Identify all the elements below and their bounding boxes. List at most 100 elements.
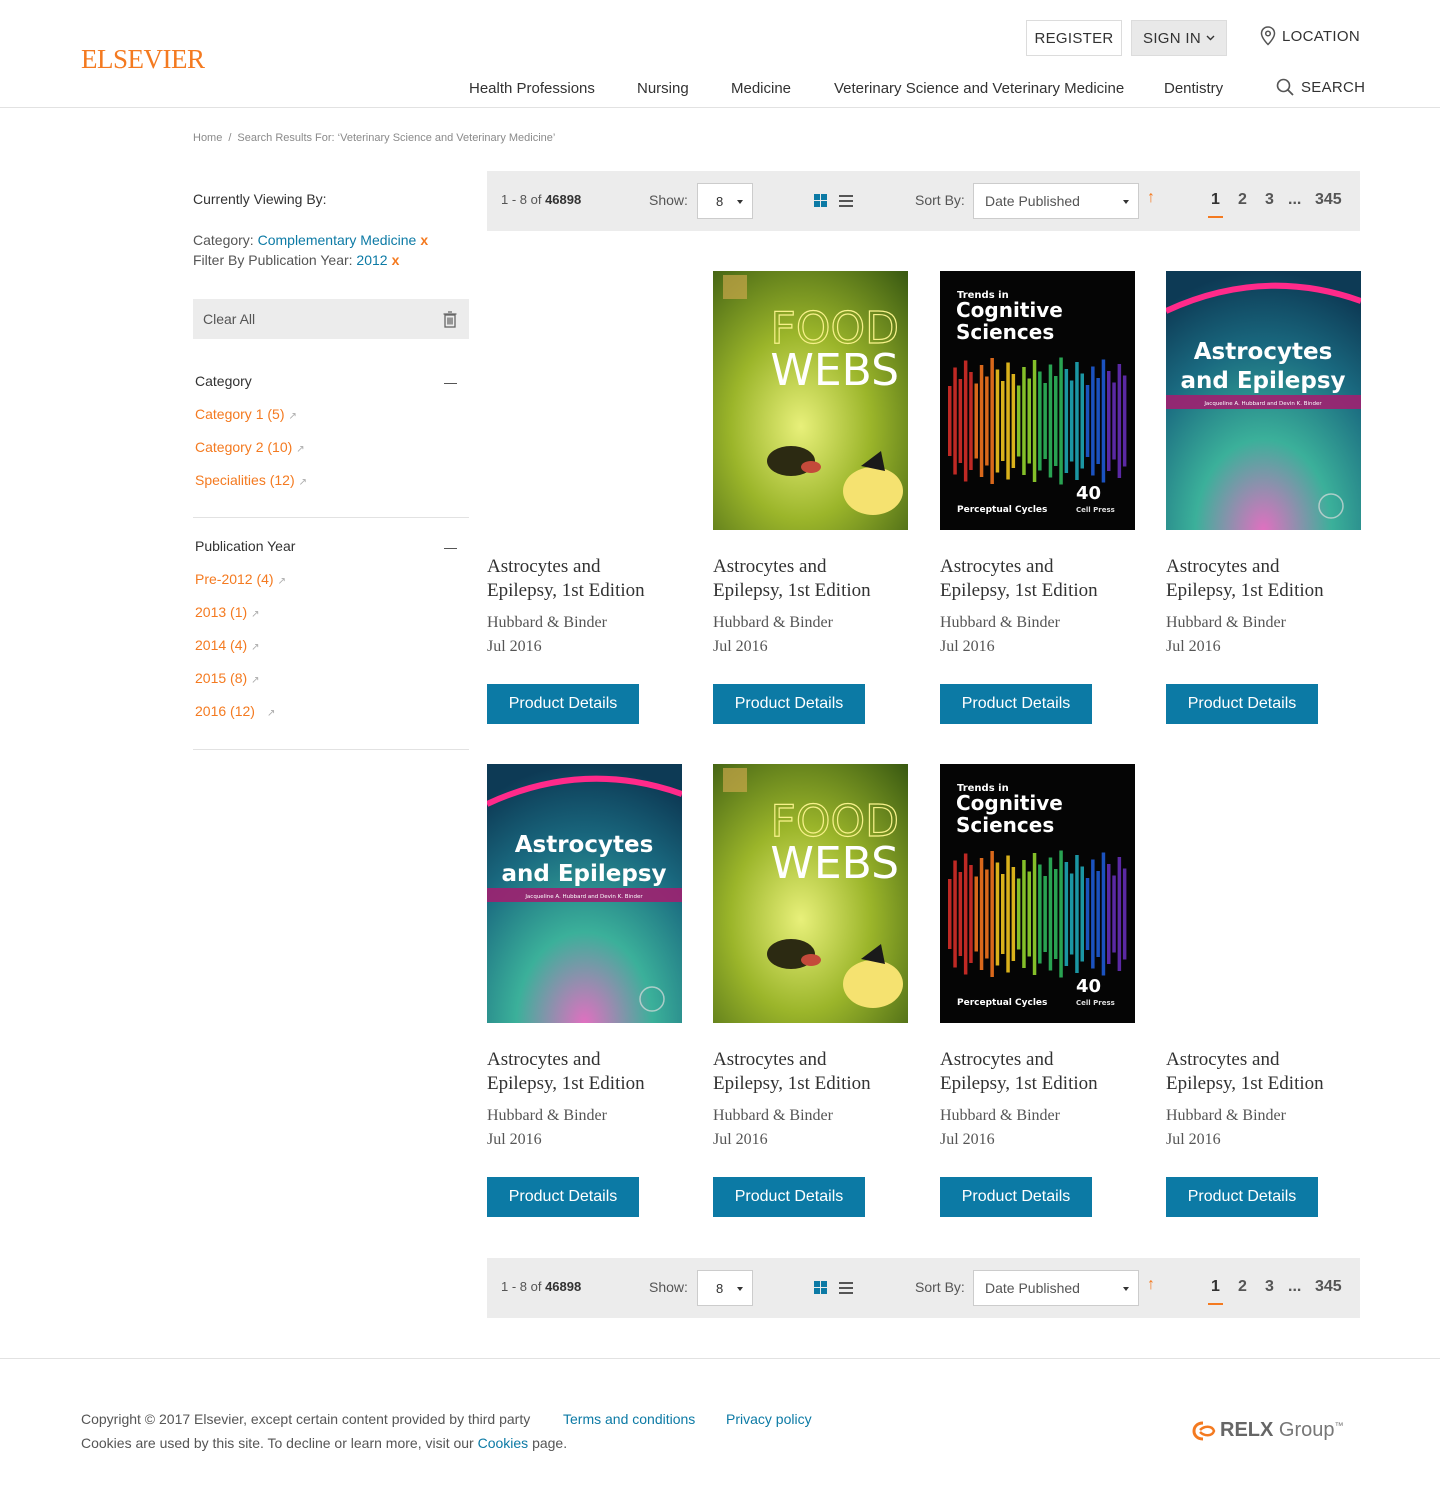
product-details-button[interactable]: Product Details xyxy=(487,1177,639,1217)
product-title[interactable]: Astrocytes and Epilepsy, 1st Edition xyxy=(487,1048,697,1096)
collapse-icon[interactable] xyxy=(444,548,457,549)
product-title-line: Epilepsy, 1st Edition xyxy=(1166,580,1324,601)
search-toggle[interactable]: SEARCH xyxy=(1276,78,1365,96)
facet-category-1[interactable]: Category 1 (5) ↗ xyxy=(195,406,297,422)
register-button[interactable]: REGISTER xyxy=(1026,20,1122,56)
nav-medicine[interactable]: Medicine xyxy=(731,80,791,97)
page-1[interactable]: 1 xyxy=(1208,1278,1223,1305)
sort-select[interactable]: Date Published xyxy=(973,183,1139,219)
category-facet-heading[interactable]: Category xyxy=(195,373,457,389)
facet-year-2014[interactable]: 2014 (4) ↗ xyxy=(195,637,260,653)
facet-year-pre-2012[interactable]: Pre-2012 (4) ↗ xyxy=(195,571,286,587)
filter-value[interactable]: 2012 xyxy=(356,252,387,268)
publication-year-facet-title: Publication Year xyxy=(195,538,296,554)
book-cover-image[interactable]: FOOD WEBS xyxy=(713,764,908,1023)
product-title-line: Astrocytes and xyxy=(713,1049,827,1070)
collapse-icon[interactable] xyxy=(444,383,457,384)
page-2[interactable]: 2 xyxy=(1238,1278,1247,1296)
grid-view-icon[interactable] xyxy=(814,194,827,207)
facet-specialities[interactable]: Specialities (12) ↗ xyxy=(195,472,307,488)
elsevier-logo[interactable]: ELSEVIER xyxy=(81,44,205,75)
product-details-button[interactable]: Product Details xyxy=(487,684,639,724)
product-details-button[interactable]: Product Details xyxy=(1166,684,1318,724)
results-toolbar-bottom: 1 - 8 of 46898 Show: 8 Sort By: Date Pub… xyxy=(487,1258,1360,1318)
product-title[interactable]: Astrocytes and Epilepsy, 1st Edition xyxy=(713,1048,923,1096)
terms-link[interactable]: Terms and conditions xyxy=(563,1411,695,1427)
arrow-out-icon: ↗ xyxy=(251,642,260,653)
caret-down-icon xyxy=(737,200,743,204)
cookies-link[interactable]: Cookies xyxy=(478,1435,529,1451)
grid-view-icon[interactable] xyxy=(814,1281,827,1294)
product-details-button[interactable]: Product Details xyxy=(713,684,865,724)
sort-select[interactable]: Date Published xyxy=(973,1270,1139,1306)
book-cover-image[interactable]: Trends in Cognitive Sciences Perceptual … xyxy=(940,271,1135,530)
nav-health-professions[interactable]: Health Professions xyxy=(469,80,595,97)
results-toolbar-top: 1 - 8 of 46898 Show: 8 Sort By: Date Pub… xyxy=(487,171,1360,231)
location-selector[interactable]: LOCATION xyxy=(1260,26,1360,46)
svg-text:40: 40 xyxy=(1076,483,1101,504)
product-title[interactable]: Astrocytes and Epilepsy, 1st Edition xyxy=(940,555,1150,603)
page-3[interactable]: 3 xyxy=(1265,1278,1274,1296)
page-2[interactable]: 2 xyxy=(1238,191,1247,209)
results-range: 1 - 8 of xyxy=(501,192,546,207)
results-range: 1 - 8 of xyxy=(501,1279,546,1294)
product-title[interactable]: Astrocytes and Epilepsy, 1st Edition xyxy=(940,1048,1150,1096)
copyright-text: Copyright © 2017 Elsevier, except certai… xyxy=(81,1411,531,1427)
breadcrumb-current: Search Results For: ‘Veterinary Science … xyxy=(237,132,556,144)
sign-in-button[interactable]: SIGN IN xyxy=(1131,20,1227,56)
filter-label: Filter By Publication Year: xyxy=(193,252,357,268)
product-title[interactable]: Astrocytes and Epilepsy, 1st Edition xyxy=(713,555,923,603)
privacy-link[interactable]: Privacy policy xyxy=(726,1411,812,1427)
facet-category-2[interactable]: Category 2 (10) ↗ xyxy=(195,439,305,455)
page-last[interactable]: 345 xyxy=(1315,1278,1342,1296)
page-size-select[interactable]: 8 xyxy=(697,183,753,219)
nav-nursing[interactable]: Nursing xyxy=(637,80,689,97)
breadcrumb-home[interactable]: Home xyxy=(193,132,222,144)
product-title-line: Astrocytes and xyxy=(487,1049,601,1070)
relx-bold: RELX xyxy=(1220,1419,1274,1441)
product-details-button[interactable]: Product Details xyxy=(940,1177,1092,1217)
remove-filter-button[interactable]: x xyxy=(392,252,400,268)
product-title-line: Epilepsy, 1st Edition xyxy=(487,1073,645,1094)
clear-all-button[interactable]: Clear All xyxy=(193,299,469,339)
product-date: Jul 2016 xyxy=(713,1131,768,1148)
sort-direction-icon[interactable]: ↑ xyxy=(1147,189,1155,207)
book-cover-image[interactable]: Astrocytes and Epilepsy Jacqueline A. Hu… xyxy=(1166,271,1361,530)
page-last[interactable]: 345 xyxy=(1315,191,1342,209)
remove-filter-button[interactable]: x xyxy=(420,232,428,248)
product-title-line: Astrocytes and xyxy=(940,1049,1054,1070)
nav-dentistry[interactable]: Dentistry xyxy=(1164,80,1223,97)
facet-year-2015[interactable]: 2015 (8) ↗ xyxy=(195,670,260,686)
product-title[interactable]: Astrocytes and Epilepsy, 1st Edition xyxy=(1166,555,1376,603)
product-title-line: Astrocytes and xyxy=(713,556,827,577)
page-size-select[interactable]: 8 xyxy=(697,1270,753,1306)
product-details-button[interactable]: Product Details xyxy=(1166,1177,1318,1217)
book-cover-image[interactable]: FOOD WEBS xyxy=(713,271,908,530)
product-details-button[interactable]: Product Details xyxy=(940,684,1092,724)
product-title-line: Epilepsy, 1st Edition xyxy=(487,580,645,601)
product-date: Jul 2016 xyxy=(487,638,542,655)
page-1[interactable]: 1 xyxy=(1208,191,1223,218)
page-3[interactable]: 3 xyxy=(1265,191,1274,209)
product-author: Hubbard & Binder xyxy=(940,1107,1060,1124)
product-date: Jul 2016 xyxy=(940,638,995,655)
publication-year-facet-heading[interactable]: Publication Year xyxy=(195,538,457,554)
sort-direction-icon[interactable]: ↑ xyxy=(1147,1276,1155,1294)
product-title[interactable]: Astrocytes and Epilepsy, 1st Edition xyxy=(487,555,697,603)
product-details-button[interactable]: Product Details xyxy=(713,1177,865,1217)
list-view-icon[interactable] xyxy=(839,1282,853,1294)
facet-year-2016[interactable]: 2016 (12) ↗ xyxy=(195,703,275,719)
product-date: Jul 2016 xyxy=(1166,1131,1221,1148)
relx-tm: ™ xyxy=(1334,1420,1344,1431)
facet-divider xyxy=(193,517,469,518)
book-cover-image[interactable]: Astrocytes and Epilepsy Jacqueline A. Hu… xyxy=(487,764,682,1023)
book-cover-image[interactable]: Trends in Cognitive Sciences Perceptual … xyxy=(940,764,1135,1023)
product-title[interactable]: Astrocytes and Epilepsy, 1st Edition xyxy=(1166,1048,1376,1096)
nav-veterinary[interactable]: Veterinary Science and Veterinary Medici… xyxy=(834,80,1124,97)
list-view-icon[interactable] xyxy=(839,195,853,207)
facet-year-2013[interactable]: 2013 (1) ↗ xyxy=(195,604,260,620)
svg-text:and Epilepsy: and Epilepsy xyxy=(1180,368,1345,394)
filter-value[interactable]: Complementary Medicine xyxy=(258,232,417,248)
relx-logo[interactable]: RELX Group™ xyxy=(1192,1419,1344,1442)
show-label: Show: xyxy=(649,192,688,208)
